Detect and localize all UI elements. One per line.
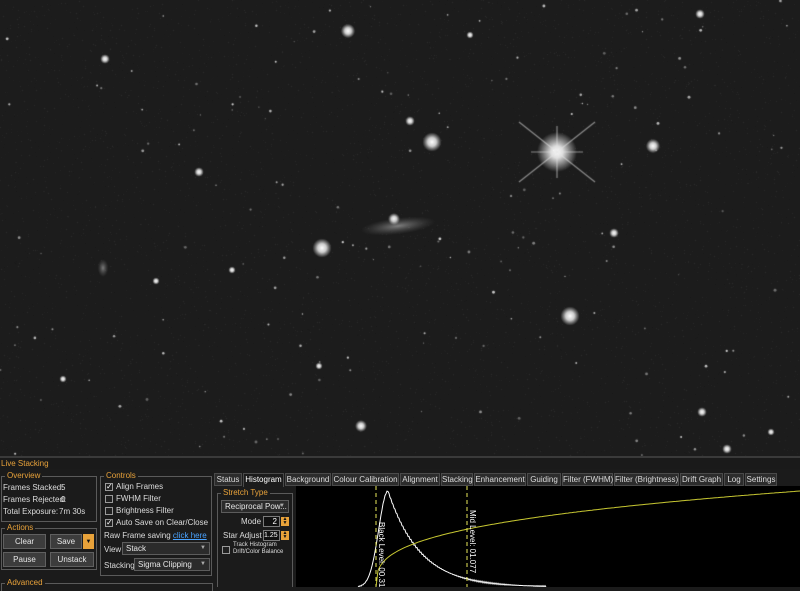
stacking-select[interactable]: Sigma Clipping ▼ (134, 558, 210, 571)
stacking-select-value: Sigma Clipping (138, 560, 192, 569)
raw-frame-saving-text: Raw Frame saving (104, 531, 171, 540)
tab-alignment[interactable]: Alignment (400, 473, 440, 486)
actions-legend: Actions (7, 523, 34, 532)
frames-stacked-value: 5 (61, 483, 66, 492)
stacked-image-view[interactable] (0, 0, 800, 456)
track-histogram-label-line2: Drift/Color Balance (233, 549, 284, 555)
tab-background[interactable]: Background (285, 473, 331, 486)
mode-spinner-icon[interactable]: ▲ ▼ (281, 517, 289, 526)
save-dropdown-chevron-icon[interactable]: ▼ (83, 534, 94, 549)
histogram-panel[interactable]: Black Level: 00.312 Mid Level: 01.077 (296, 486, 800, 587)
frames-rejected-label: Frames Rejected: (3, 495, 67, 504)
align-frames-checkbox[interactable]: ✓ (105, 483, 113, 491)
overview-legend: Overview (7, 471, 41, 480)
brightness-filter-label: Brightness Filter (116, 506, 174, 515)
tab-colour-calibration[interactable]: Colour Calibration (332, 473, 399, 486)
stretch-curve (375, 490, 800, 587)
tab-filter-fwhm[interactable]: Filter (FWHM) (562, 473, 613, 486)
stacking-label: Stacking (104, 561, 135, 570)
align-frames-label: Align Frames (116, 482, 164, 491)
tab-settings[interactable]: Settings (745, 473, 777, 486)
save-button[interactable]: Save (50, 534, 82, 549)
chevron-down-icon: ▼ (200, 545, 206, 551)
tab-histogram[interactable]: Histogram (243, 473, 284, 487)
total-exposure-value: 7m 30s (59, 507, 86, 516)
stretch-type-select[interactable]: Reciprocal Pow... ▼ (221, 500, 289, 513)
mode-input[interactable]: 2 (263, 516, 280, 527)
tab-filter-brightness[interactable]: Filter (Brightness) (614, 473, 679, 486)
view-select-value: Stack (126, 544, 147, 553)
pause-button[interactable]: Pause (3, 552, 46, 567)
frames-stacked-label: Frames Stacked: (3, 483, 64, 492)
raw-frame-saving-link[interactable]: click here (173, 531, 207, 540)
mid-level-label: Mid Level: 01.077 (468, 510, 477, 574)
tab-log[interactable]: Log (724, 473, 744, 486)
mode-label: Mode (241, 517, 262, 526)
raw-frame-saving-label: Raw Frame saving click here (104, 531, 207, 540)
auto-save-checkbox[interactable]: ✓ (105, 519, 113, 527)
star-adjust-spinner-icon[interactable]: ▲ ▼ (281, 531, 289, 540)
view-label: View (104, 545, 122, 554)
advanced-legend: Advanced (7, 578, 43, 587)
track-histogram-label-line1: Track Histogram (233, 542, 277, 548)
frames-rejected-value: 0 (61, 495, 66, 504)
advanced-group[interactable]: Advanced (1, 579, 213, 591)
histogram-plot: Black Level: 00.312 Mid Level: 01.077 (357, 486, 800, 587)
stretch-type-legend: Stretch Type (223, 488, 268, 497)
total-exposure-label: Total Exposure: (3, 507, 59, 516)
unstack-button[interactable]: Unstack (50, 552, 94, 567)
chevron-down-icon: ▼ (200, 561, 206, 567)
track-histogram-label: Track Histogram Drift/Color Balance (233, 542, 283, 556)
tab-status[interactable]: Status (214, 473, 242, 486)
view-select[interactable]: Stack ▼ (122, 542, 210, 555)
star-adjust-input[interactable]: 1.25 (263, 530, 280, 541)
stretch-type-value: Reciprocal Pow... (225, 502, 287, 511)
fwhm-filter-checkbox[interactable] (105, 495, 113, 503)
tab-guiding[interactable]: Guiding (527, 473, 561, 486)
fwhm-filter-label: FWHM Filter (116, 494, 161, 503)
tab-stacking[interactable]: Stacking (441, 473, 473, 486)
clear-button[interactable]: Clear (3, 534, 46, 549)
track-histogram-checkbox[interactable] (222, 546, 230, 554)
panel-title: Live Stacking (0, 458, 800, 469)
tab-drift-graph[interactable]: Drift Graph (680, 473, 723, 486)
brightness-filter-checkbox[interactable] (105, 507, 113, 515)
tab-enhancement[interactable]: Enhancement (474, 473, 526, 486)
chevron-down-icon: ▼ (279, 503, 285, 509)
auto-save-label: Auto Save on Clear/Close (116, 518, 209, 527)
controls-legend: Controls (106, 471, 136, 480)
star-adjust-label: Star Adjust (223, 531, 262, 540)
black-level-label: Black Level: 00.312 (377, 522, 386, 587)
